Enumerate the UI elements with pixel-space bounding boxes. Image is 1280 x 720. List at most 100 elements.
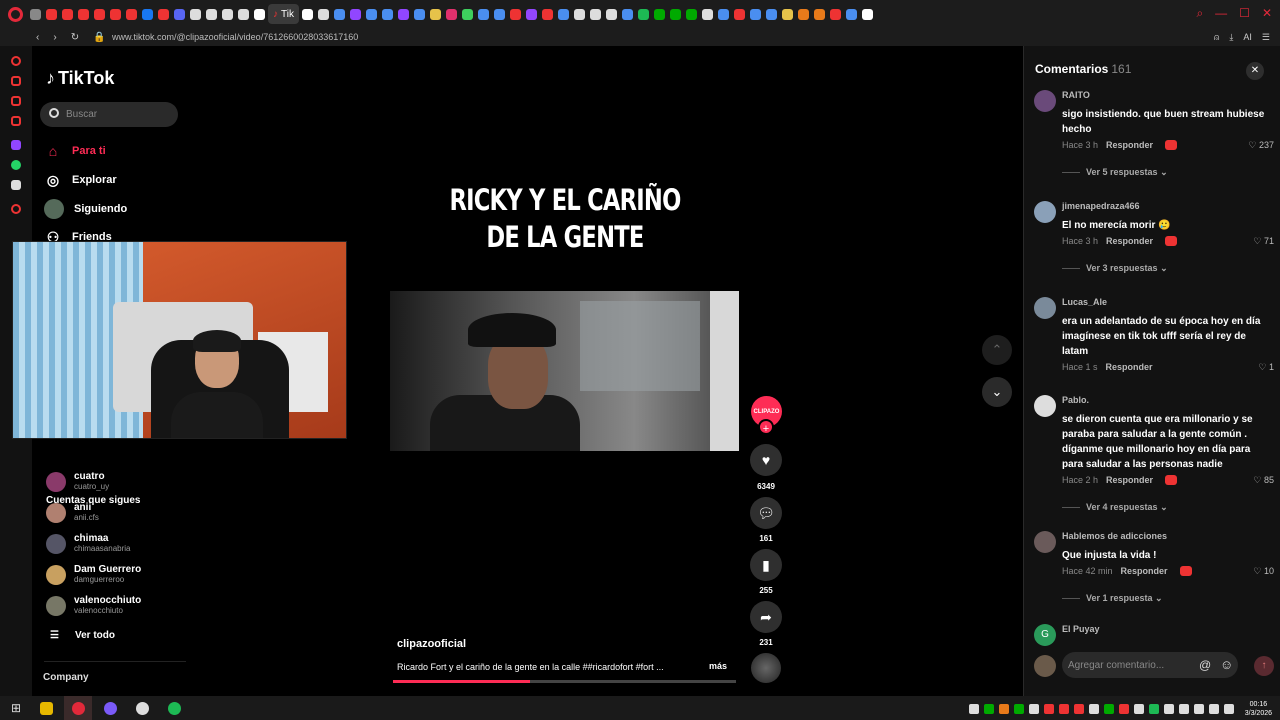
tab-favicon-icon[interactable]	[381, 8, 393, 20]
emoji-icon[interactable]: ☺	[1220, 657, 1233, 672]
twitch-icon[interactable]	[11, 140, 21, 150]
comment-username[interactable]: Pablo.	[1062, 395, 1089, 405]
more-button[interactable]: más	[709, 661, 727, 671]
tab-favicon-icon[interactable]	[829, 8, 841, 20]
reply-button[interactable]: Responder	[1121, 566, 1168, 576]
taskbar-app-icon[interactable]	[128, 696, 156, 720]
comment-avatar[interactable]	[1034, 297, 1056, 319]
tray-icon[interactable]	[1043, 704, 1054, 714]
tab-favicon-icon[interactable]	[701, 8, 713, 20]
tray-icon[interactable]	[998, 704, 1009, 714]
view-replies-button[interactable]: Ver 1 respuesta ⌄	[1062, 593, 1163, 604]
tiktok-logo[interactable]: ♪ TikTok	[46, 68, 114, 89]
tab-favicon-icon[interactable]	[749, 8, 761, 20]
tab-favicon-icon[interactable]	[781, 8, 793, 20]
tab-favicon-icon[interactable]	[493, 8, 505, 20]
tab-favicon-icon[interactable]	[301, 8, 313, 20]
tray-icon[interactable]	[1058, 704, 1069, 714]
menu-item-explorar[interactable]: ◎ Explorar	[44, 171, 117, 189]
tab-favicon-icon[interactable]	[397, 8, 409, 20]
profile-icon[interactable]: ⍝	[1214, 32, 1219, 43]
tab-favicon-icon[interactable]	[557, 8, 569, 20]
video-clip[interactable]	[390, 291, 739, 451]
history-icon[interactable]	[11, 56, 21, 66]
search-input[interactable]: Buscar	[40, 102, 178, 127]
wallet-icon[interactable]	[11, 76, 21, 86]
comment-input[interactable]	[1062, 652, 1238, 678]
tab-favicon-icon[interactable]	[525, 8, 537, 20]
comment-button[interactable]: 💬︎	[750, 497, 782, 529]
tray-icon[interactable]	[1103, 704, 1114, 714]
tab-favicon-icon[interactable]	[30, 8, 41, 20]
tray-icon[interactable]	[1028, 704, 1039, 714]
tab-favicon-icon[interactable]	[621, 8, 633, 20]
tray-icon[interactable]	[1088, 704, 1099, 714]
comment-avatar[interactable]	[1034, 201, 1056, 223]
comment-username[interactable]: Hablemos de adicciones	[1062, 531, 1167, 541]
following-account-item[interactable]: Dam Guerrero damguerreroo	[46, 565, 141, 585]
reply-button[interactable]: Responder	[1106, 362, 1153, 372]
tab-favicon-icon[interactable]	[206, 8, 217, 20]
tab-favicon-icon[interactable]	[365, 8, 377, 20]
whatsapp-icon[interactable]	[11, 160, 21, 170]
taskbar-app-icon[interactable]	[32, 696, 60, 720]
tab-favicon-icon[interactable]	[605, 8, 617, 20]
tab-favicon-icon[interactable]	[62, 8, 73, 20]
like-button[interactable]: ♥	[750, 444, 782, 476]
tray-icon[interactable]	[1163, 704, 1174, 714]
messages-icon[interactable]	[11, 96, 21, 106]
share-button[interactable]: ➦	[750, 601, 782, 633]
comment-like-button[interactable]: ♡ 85	[1253, 475, 1274, 486]
tab-favicon-icon[interactable]	[94, 8, 105, 20]
comment-like-button[interactable]: ♡ 10	[1253, 566, 1274, 577]
menu-item-siguiendo[interactable]: Siguiendo	[44, 199, 127, 219]
settings-icon[interactable]	[11, 204, 21, 214]
send-button[interactable]: ↑	[1254, 656, 1274, 676]
tray-icon[interactable]	[1118, 704, 1129, 714]
url-field[interactable]: www.tiktok.com/@clipazooficial/video/761…	[112, 32, 358, 42]
tab-favicon-icon[interactable]	[174, 8, 185, 20]
clock[interactable]: 00:16 3/3/2026	[1245, 700, 1272, 718]
save-button[interactable]: ▮	[750, 549, 782, 581]
calendar-icon[interactable]	[11, 116, 21, 126]
following-account-item[interactable]: anii anii.cfs	[46, 503, 99, 523]
close-comments-button[interactable]: ✕	[1246, 62, 1264, 80]
tab-favicon-icon[interactable]	[573, 8, 585, 20]
opera-logo-icon[interactable]	[8, 7, 23, 22]
tab-favicon-icon[interactable]	[46, 8, 57, 20]
taskbar-app-icon[interactable]	[96, 696, 124, 720]
view-replies-button[interactable]: Ver 3 respuestas ⌄	[1062, 263, 1168, 274]
search-tabs-icon[interactable]: ⌕	[1196, 6, 1203, 21]
x-icon[interactable]	[11, 180, 21, 190]
tab-favicon-icon[interactable]	[461, 8, 473, 20]
tab-favicon-icon[interactable]	[717, 8, 729, 20]
comment-avatar[interactable]	[1034, 531, 1056, 553]
tab-favicon-icon[interactable]	[349, 8, 361, 20]
tab-favicon-icon[interactable]	[637, 8, 649, 20]
start-icon[interactable]: ⊞	[0, 701, 32, 715]
tray-icon[interactable]	[1223, 704, 1234, 714]
tab-favicon-icon[interactable]	[861, 8, 873, 20]
tray-icon[interactable]	[1133, 704, 1144, 714]
tray-icon[interactable]	[1013, 704, 1024, 714]
download-icon[interactable]: ⤓	[1229, 32, 1233, 43]
tab-favicon-icon[interactable]	[509, 8, 521, 20]
tray-icon[interactable]	[1148, 704, 1159, 714]
next-video-button[interactable]: ⌄	[982, 377, 1012, 407]
following-account-item[interactable]: valenocchiuto valenocchiuto	[46, 596, 141, 616]
tab-active-tiktok[interactable]: ♪ Tik	[268, 4, 299, 24]
comment-like-button[interactable]: ♡ 71	[1253, 236, 1274, 247]
ai-button[interactable]: AI	[1243, 32, 1252, 43]
tab-favicon-icon[interactable]	[429, 8, 441, 20]
forward-icon[interactable]: ›	[53, 32, 56, 43]
tab-favicon-icon[interactable]	[126, 8, 137, 20]
tab-favicon-icon[interactable]	[238, 8, 249, 20]
tab-favicon-icon[interactable]	[685, 8, 697, 20]
tab-favicon-icon[interactable]	[317, 8, 329, 20]
tab-favicon-icon[interactable]	[541, 8, 553, 20]
menu-icon[interactable]: ☰	[1262, 32, 1270, 43]
comment-like-button[interactable]: ♡ 1	[1258, 362, 1274, 373]
tab-favicon-icon[interactable]	[142, 8, 153, 20]
tab-favicon-icon[interactable]	[589, 8, 601, 20]
view-replies-button[interactable]: Ver 4 respuestas ⌄	[1062, 502, 1168, 513]
